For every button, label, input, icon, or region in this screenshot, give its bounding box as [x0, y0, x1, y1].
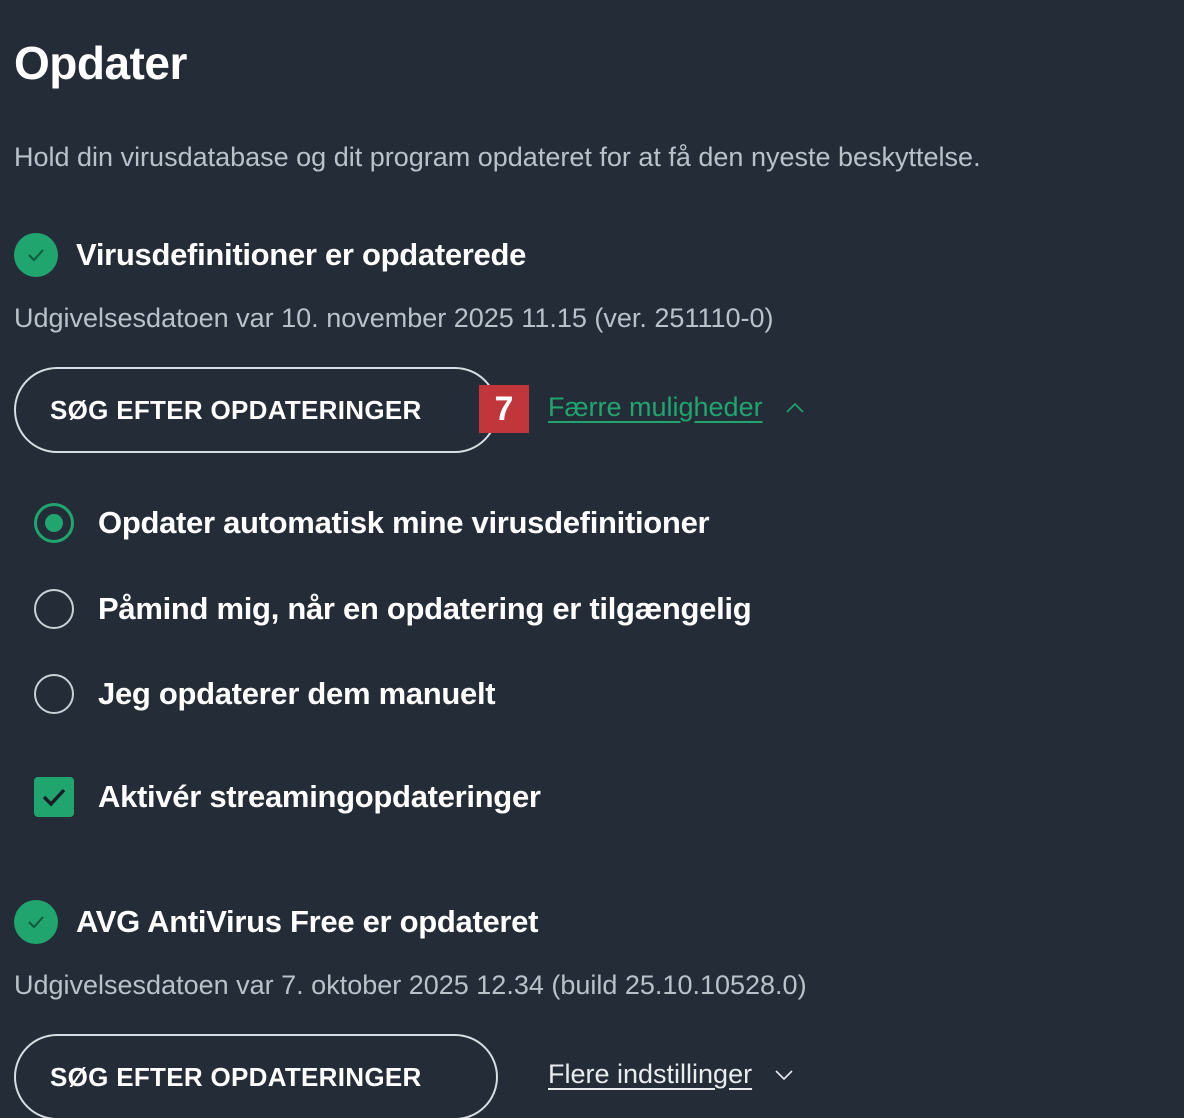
chevron-up-icon: [785, 402, 805, 414]
more-settings-link-label: Flere indstillinger: [548, 1059, 753, 1089]
radio-unselected-icon[interactable]: [34, 589, 74, 629]
virus-definitions-status-text: Virusdefinitioner er opdaterede: [76, 237, 527, 272]
page-subtitle: Hold din virusdatabase og dit program op…: [14, 142, 981, 172]
radio-option-auto-update[interactable]: Opdater automatisk mine virusdefinitione…: [34, 502, 710, 544]
page-title: Opdater: [14, 37, 187, 89]
radio-option-manual[interactable]: Jeg opdaterer dem manuelt: [34, 673, 496, 715]
check-circle-icon: [14, 233, 58, 277]
check-virus-updates-button[interactable]: SØG EFTER OPDATERINGER: [14, 367, 498, 453]
radio-unselected-icon[interactable]: [34, 674, 74, 714]
more-settings-link[interactable]: Flere indstillinger: [548, 1059, 794, 1090]
step-number-badge: 7: [479, 385, 529, 433]
radio-selected-icon[interactable]: [34, 503, 74, 543]
program-release-date: Udgivelsesdatoen var 7. oktober 2025 12.…: [14, 970, 807, 1000]
streaming-updates-label: Aktivér streamingopdateringer: [98, 779, 541, 814]
fewer-options-link[interactable]: Færre muligheder: [548, 392, 805, 423]
program-status: AVG AntiVirus Free er opdateret: [14, 900, 538, 944]
radio-option-label: Opdater automatisk mine virusdefinitione…: [98, 505, 710, 540]
radio-option-label: Påmind mig, når en opdatering er tilgæng…: [98, 591, 752, 626]
radio-option-remind-me[interactable]: Påmind mig, når en opdatering er tilgæng…: [34, 588, 752, 630]
fewer-options-link-label: Færre muligheder: [548, 392, 763, 422]
streaming-updates-checkbox-row[interactable]: Aktivér streamingopdateringer: [34, 776, 541, 818]
radio-option-label: Jeg opdaterer dem manuelt: [98, 676, 496, 711]
update-page: Opdater Hold din virusdatabase og dit pr…: [0, 0, 1184, 1118]
check-program-updates-button[interactable]: SØG EFTER OPDATERINGER: [14, 1034, 498, 1118]
check-circle-icon: [14, 900, 58, 944]
checkbox-checked-icon[interactable]: [34, 777, 74, 817]
virus-definitions-status: Virusdefinitioner er opdaterede: [14, 233, 526, 277]
chevron-down-icon: [774, 1069, 794, 1081]
program-status-text: AVG AntiVirus Free er opdateret: [76, 904, 539, 939]
virus-definitions-release-date: Udgivelsesdatoen var 10. november 2025 1…: [14, 303, 774, 333]
